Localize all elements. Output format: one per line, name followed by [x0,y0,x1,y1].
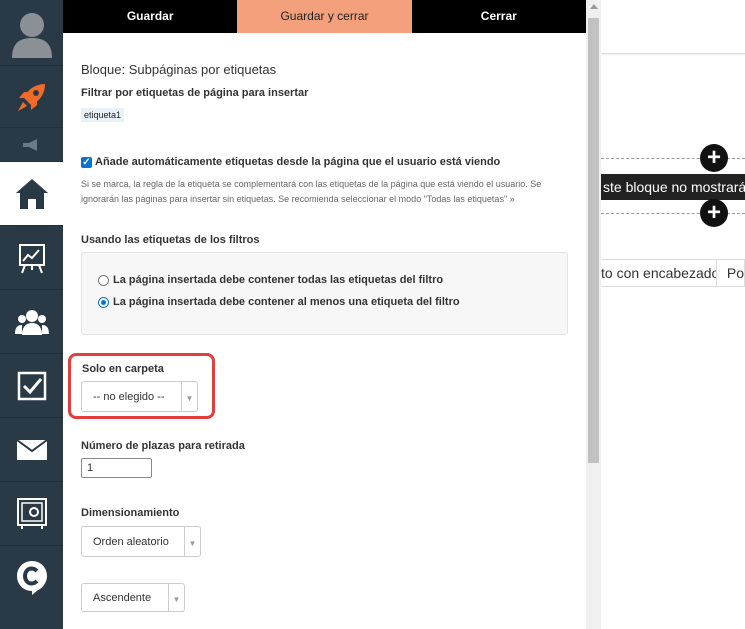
tab-other[interactable]: Po [717,260,744,286]
tab-header-text[interactable]: to con encabezado [601,260,717,286]
auto-tags-row: ✓ Añade automáticamente etiquetas desde … [81,156,500,168]
checkbox-icon [17,371,46,400]
places-input[interactable]: 1 [81,458,152,478]
sizing-label: Dimensionamiento [81,507,180,519]
sidebar-item-users[interactable] [0,290,63,354]
radio-any-label: La página insertada debe contener al men… [113,296,460,308]
chevron-down-icon: ▼ [184,527,200,556]
sizing-select[interactable]: Orden aleatorio ▼ [81,526,201,557]
chart-icon [18,243,45,273]
block-notice: ste bloque no mostrará m [601,174,745,200]
scroll-up-icon[interactable] [590,4,598,9]
add-block-bottom-button[interactable]: + [700,199,728,227]
safe-icon [16,497,47,529]
folder-label: Solo en carpeta [82,363,164,375]
save-and-close-button[interactable]: Guardar y cerrar [237,0,412,33]
close-button[interactable]: Cerrar [412,0,586,33]
sidebar-item-launch[interactable] [0,66,63,128]
scrollbar-thumb[interactable] [588,18,599,463]
home-icon [15,178,48,209]
folder-select[interactable]: -- no elegido -- ▼ [81,381,198,412]
background-header [601,0,745,54]
add-block-top-button[interactable]: + [700,144,728,172]
rocket-icon [17,83,45,111]
c-logo-icon [16,561,47,595]
order-select[interactable]: Ascendente ▼ [81,583,185,612]
sidebar-item-announce[interactable] [0,128,63,162]
places-label: Número de plazas para retirada [81,440,245,452]
sidebar-item-tasks[interactable] [0,354,63,418]
filter-tags-label: Filtrar por etiquetas de página para ins… [81,87,309,99]
sidebar-item-profile[interactable] [0,0,63,66]
mail-icon [15,438,48,460]
background-page: + ste bloque no mostrará m + to con enca… [601,0,745,629]
users-icon [14,309,49,335]
folder-select-value: -- no elegido -- [93,391,165,403]
sidebar-item-brand[interactable] [0,546,63,610]
panel-toolbar: Guardar Guardar y cerrar Cerrar [63,0,586,33]
save-button[interactable]: Guardar [63,0,237,33]
filter-mode-option-all[interactable]: La página insertada debe contener todas … [98,274,443,286]
radio-any[interactable] [98,296,109,308]
save-and-close-label: Guardar y cerrar [280,9,369,23]
megaphone-icon [22,138,37,151]
filter-mode-option-any[interactable]: La página insertada debe contener al men… [98,296,460,308]
background-tabs: to con encabezado Po [601,259,745,287]
user-avatar-icon [11,12,52,58]
auto-tags-checkbox[interactable]: ✓ [81,156,92,168]
order-select-value: Ascendente [93,592,152,604]
chevron-down-icon: ▼ [168,584,184,611]
radio-all[interactable] [98,274,109,286]
auto-tags-label: Añade automáticamente etiquetas desde la… [95,156,501,168]
sidebar-item-mail[interactable] [0,418,63,482]
radio-all-label: La página insertada debe contener todas … [113,274,444,286]
app-sidebar [0,0,63,629]
sidebar-item-stats[interactable] [0,226,63,290]
sizing-select-value: Orden aleatorio [93,536,169,548]
block-settings-panel: Guardar Guardar y cerrar Cerrar Bloque: … [63,0,601,629]
panel-scrollbar[interactable] [586,0,601,629]
sidebar-item-home[interactable] [0,162,63,226]
block-title: Bloque: Subpáginas por etiquetas [81,62,277,77]
sidebar-item-vault[interactable] [0,482,63,546]
tag-chip[interactable]: etiqueta1 [81,108,125,122]
filter-mode-box: La página insertada debe contener todas … [81,252,568,335]
filter-mode-label: Usando las etiquetas de los filtros [81,234,260,246]
auto-tags-help: Si se marca, la regla de la etiqueta se … [81,179,542,204]
chevron-down-icon: ▼ [181,382,197,411]
